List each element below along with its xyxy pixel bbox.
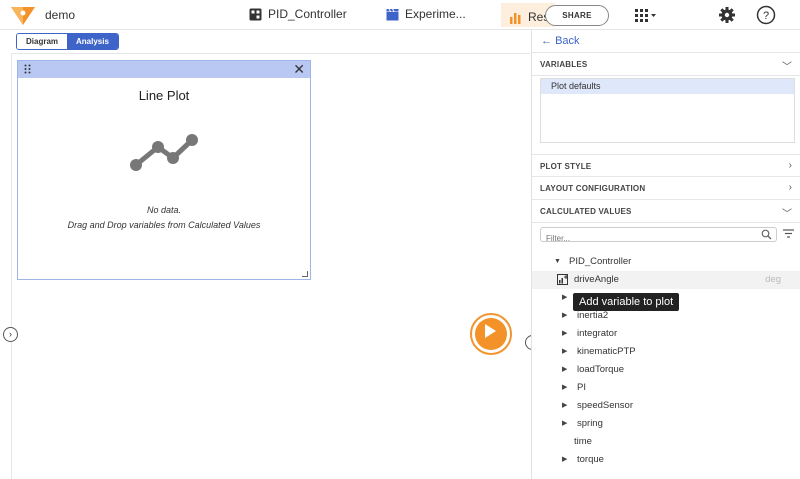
chevron-right-icon: › <box>788 182 792 193</box>
tree-item-label: PI <box>577 382 586 393</box>
section-label: LAYOUT CONFIGURATION <box>540 184 646 193</box>
clapperboard-icon <box>386 8 399 20</box>
caret-down-icon: ▼ <box>554 258 561 265</box>
variable-item[interactable]: Plot defaults <box>541 79 794 94</box>
section-label: VARIABLES <box>540 60 588 69</box>
caret-right-icon: ▶ <box>562 402 568 409</box>
search-icon <box>761 229 772 240</box>
tree-root-label: PID_Controller <box>569 256 632 267</box>
bar-chart-icon <box>510 12 521 24</box>
tree-item-label: driveAngle <box>574 274 619 285</box>
plot-card-header[interactable]: ✕ <box>18 61 310 78</box>
apps-grid-icon[interactable] <box>634 7 658 23</box>
back-row: ← Back <box>532 30 800 53</box>
tree-item-label: loadTorque <box>577 364 625 375</box>
caret-right-icon: ▶ <box>562 420 568 427</box>
caret-right-icon: ▶ <box>562 330 568 337</box>
filter-options-icon[interactable] <box>783 228 794 239</box>
caret-right-icon: ▶ <box>562 294 568 301</box>
caret-right-icon: ▶ <box>562 312 568 319</box>
app-name[interactable]: demo <box>45 8 75 22</box>
section-calculated-values[interactable]: CALCULATED VALUES ﹀ <box>532 200 800 223</box>
analysis-view-button[interactable]: Analysis <box>67 34 118 49</box>
tree-item-label: spring <box>577 418 603 429</box>
plot-title: Line Plot <box>138 88 190 103</box>
tree-item-speed-sensor[interactable]: ▶ speedSensor <box>532 397 800 415</box>
tree-item-kinematic-ptp[interactable]: ▶ kinematicPTP <box>532 343 800 361</box>
gear-icon[interactable] <box>718 6 736 24</box>
drag-hint-text: Drag and Drop variables from Calculated … <box>67 220 261 230</box>
section-label: PLOT STYLE <box>540 162 592 171</box>
tree-item-time[interactable]: time <box>532 433 800 451</box>
tab-experiment[interactable]: Experime... <box>386 7 466 21</box>
divider <box>12 53 530 54</box>
caret-right-icon: ▶ <box>562 366 568 373</box>
variables-list: Plot defaults <box>540 78 795 143</box>
tree-item-spring[interactable]: ▶ spring <box>532 415 800 433</box>
svg-text:?: ? <box>763 10 769 22</box>
app-logo-icon[interactable] <box>10 4 36 26</box>
back-link[interactable]: ← Back <box>541 35 580 47</box>
diagram-view-button[interactable]: Diagram <box>17 34 68 49</box>
resize-handle-icon[interactable] <box>302 271 308 277</box>
close-icon[interactable]: ✕ <box>293 61 305 78</box>
divider <box>11 53 12 479</box>
caret-right-icon: ▶ <box>562 384 568 391</box>
tree-item-drive-angle[interactable]: driveAngle deg <box>532 271 800 289</box>
no-data-text: No data. <box>146 205 182 215</box>
section-layout-configuration[interactable]: LAYOUT CONFIGURATION › <box>532 177 800 200</box>
unit-label: deg <box>765 274 781 285</box>
line-plot-card[interactable]: ✕ Line Plot No data. Drag and Drop varia… <box>17 60 311 280</box>
tree-root[interactable]: ▼ PID_Controller <box>532 253 800 271</box>
add-to-plot-icon[interactable] <box>557 274 569 286</box>
filter-input[interactable] <box>541 232 751 245</box>
tree-item-label: kinematicPTP <box>577 346 636 357</box>
tree-item-label: time <box>574 436 592 447</box>
tree-item-label: integrator <box>577 328 618 339</box>
drag-handle-icon[interactable] <box>24 64 32 74</box>
tree-item-integrator[interactable]: ▶ integrator <box>532 325 800 343</box>
analysis-side-panel: ← Back VARIABLES ﹀ Plot defaults PLOT ST… <box>531 30 800 479</box>
help-icon[interactable]: ? <box>756 5 776 25</box>
section-plot-style[interactable]: PLOT STYLE › <box>532 154 800 177</box>
tab-label: PID_Controller <box>268 7 347 21</box>
tree-item-label: torque <box>577 454 604 465</box>
caret-right-icon: ▶ <box>562 348 568 355</box>
tooltip: Add variable to plot <box>573 293 680 311</box>
view-toggle: Diagram Analysis <box>16 33 119 50</box>
section-label: CALCULATED VALUES <box>540 207 632 216</box>
tree-item-load-torque[interactable]: ▶ loadTorque <box>532 361 800 379</box>
chevron-right-icon: › <box>788 160 792 171</box>
model-icon <box>249 8 262 20</box>
tree-item-torque[interactable]: ▶ torque <box>532 451 800 469</box>
section-variables[interactable]: VARIABLES ﹀ <box>532 53 800 76</box>
tree-item-label: speedSensor <box>577 400 633 411</box>
share-button[interactable]: SHARE <box>545 5 609 26</box>
run-simulation-button[interactable] <box>470 313 512 355</box>
top-bar: demo PID_Controller Experime... Res SHAR… <box>0 0 800 30</box>
chevron-down-icon: ﹀ <box>782 62 792 73</box>
tab-label: Experime... <box>405 7 466 21</box>
tab-pid-controller[interactable]: PID_Controller <box>249 7 347 21</box>
tree-item-pi[interactable]: ▶ PI <box>532 379 800 397</box>
caret-right-icon: ▶ <box>562 456 568 463</box>
line-chart-icon <box>130 134 198 171</box>
chevron-down-icon: ﹀ <box>782 209 792 220</box>
back-label: Back <box>555 35 580 47</box>
expand-left-panel-button[interactable]: › <box>3 327 18 342</box>
filter-input-wrapper <box>540 227 777 245</box>
play-triangle-icon <box>485 324 496 338</box>
